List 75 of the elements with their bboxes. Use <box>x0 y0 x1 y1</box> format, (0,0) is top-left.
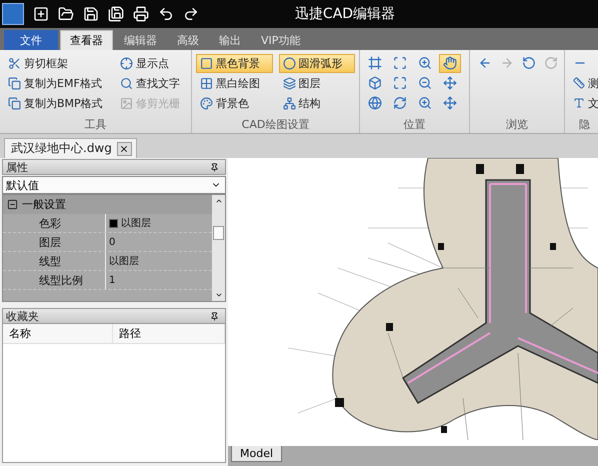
ribbon-toggle[interactable]: 圆滑弧形 <box>278 54 355 72</box>
group-title: 隐 <box>578 117 591 133</box>
scroll-down-icon[interactable] <box>214 291 222 299</box>
tool-icon <box>8 76 21 90</box>
category-row[interactable]: 一般设置 <box>3 195 212 214</box>
pin-icon[interactable] <box>210 312 219 320</box>
undo-icon[interactable] <box>158 6 174 22</box>
new-icon[interactable] <box>33 6 49 22</box>
scrollbar[interactable] <box>212 195 225 301</box>
ribbon-command[interactable]: 复制为EMF格式 <box>4 74 110 92</box>
category-label: 一般设置 <box>22 197 66 212</box>
setting-icon <box>200 76 213 90</box>
tool-icon <box>573 97 585 109</box>
tool-icon <box>8 96 21 110</box>
ribbon-command[interactable]: 测 <box>569 74 598 92</box>
collapse-icon[interactable] <box>7 199 18 210</box>
ribbon-tab[interactable]: 查看器 <box>60 30 113 50</box>
layout-tab[interactable]: Model <box>231 446 282 462</box>
save-icon[interactable] <box>83 6 99 22</box>
close-button[interactable] <box>116 142 132 156</box>
tool-icon <box>120 76 133 90</box>
tool-icon <box>8 56 21 70</box>
group-title: 位置 <box>402 117 426 133</box>
property-name: 图层 <box>3 233 106 251</box>
group-title: 浏览 <box>505 117 529 133</box>
property-name: 色彩 <box>3 214 106 232</box>
property-value[interactable]: 以图层 <box>106 252 212 270</box>
property-name: 线型比例 <box>3 271 106 289</box>
ribbon-toggle[interactable]: 黑白绘图 <box>196 74 272 92</box>
ribbon-command[interactable]: 复制为BMP格式 <box>4 94 110 112</box>
document-tab-label: 武汉绿地中心.dwg <box>11 140 112 157</box>
setting-icon <box>200 56 213 70</box>
save-all-icon[interactable] <box>108 6 124 22</box>
window-title: 迅捷CAD编辑器 <box>294 5 396 23</box>
ribbon-command[interactable]: 剪切框架 <box>4 54 110 72</box>
scroll-thumb[interactable] <box>213 226 224 240</box>
scroll-up-icon[interactable] <box>214 197 222 205</box>
app-logo-icon <box>2 3 24 25</box>
ribbon-tab[interactable]: 输出 <box>210 30 250 50</box>
panel-title: 收藏夹 <box>6 308 39 324</box>
ribbon-command[interactable]: 查找文字 <box>116 74 187 92</box>
ribbon-command[interactable]: 文 <box>569 94 598 112</box>
redo-icon[interactable] <box>183 6 199 22</box>
ribbon-tab[interactable]: 高级 <box>168 30 208 50</box>
panel-title: 属性 <box>6 160 28 174</box>
ribbon-toggle[interactable]: 黑色背景 <box>196 54 272 72</box>
print-icon[interactable] <box>133 6 149 22</box>
column-header[interactable]: 路径 <box>113 324 225 343</box>
property-value[interactable]: 1 <box>106 271 212 289</box>
tool-icon <box>573 77 585 89</box>
group-title: 工具 <box>84 117 108 133</box>
preset-dropdown[interactable]: 默认值 <box>2 176 226 194</box>
ribbon-toggle[interactable]: 结构 <box>278 94 355 112</box>
property-value[interactable]: 0 <box>106 233 212 251</box>
setting-icon <box>282 76 296 90</box>
pin-icon[interactable] <box>210 162 219 172</box>
ribbon-toggle[interactable]: 背景色 <box>196 94 272 112</box>
ribbon-toggle[interactable]: 图层 <box>278 74 355 92</box>
open-folder-icon[interactable] <box>58 6 74 22</box>
group-title: CAD绘图设置 <box>240 117 310 133</box>
file-menu-button[interactable]: 文件 <box>4 30 58 50</box>
ribbon-tab[interactable]: 编辑器 <box>115 30 166 50</box>
ribbon-command[interactable]: 显示点 <box>116 54 187 72</box>
column-header[interactable]: 名称 <box>3 324 113 343</box>
ribbon-tab[interactable]: VIP功能 <box>252 30 310 50</box>
document-tab[interactable]: 武汉绿地中心.dwg <box>4 138 137 158</box>
property-name: 线型 <box>3 252 106 270</box>
view-tool-icon[interactable] <box>439 54 461 72</box>
setting-icon <box>200 96 213 110</box>
close-icon <box>119 144 130 154</box>
setting-icon <box>282 56 296 70</box>
setting-icon <box>282 96 296 110</box>
tool-icon <box>120 96 133 110</box>
property-value[interactable]: 以图层 <box>106 214 212 232</box>
tool-icon <box>120 56 133 70</box>
